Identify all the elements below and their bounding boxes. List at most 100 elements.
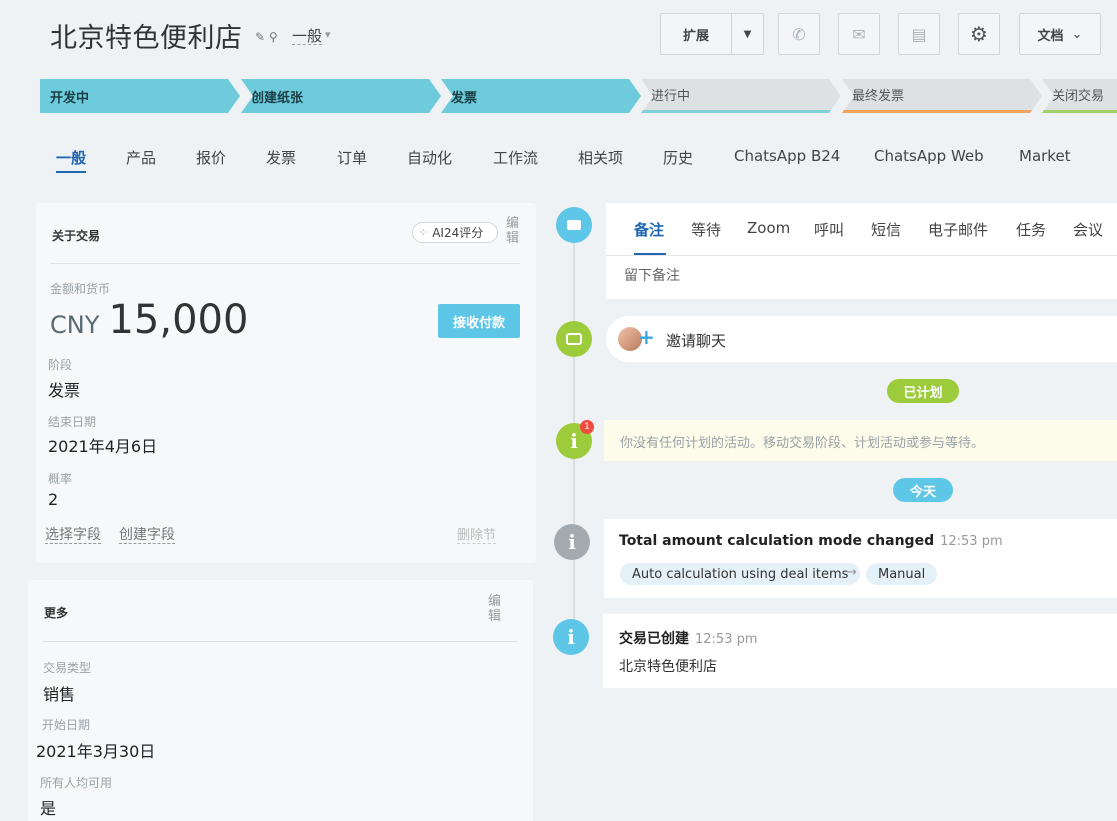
event-time: 12:53 pm xyxy=(695,632,758,647)
tab-related[interactable]: 相关项 xyxy=(578,147,623,168)
mail-icon: ✉ xyxy=(852,24,866,44)
start-date-value: 2021年3月30日 xyxy=(36,742,156,761)
expand-button[interactable]: 扩展 ▼ xyxy=(660,13,764,55)
chat-button[interactable]: ▤ xyxy=(898,13,940,55)
tab-history[interactable]: 历史 xyxy=(663,147,693,168)
old-value-chip: Auto calculation using deal items xyxy=(620,563,861,585)
tab-general[interactable]: 一般 xyxy=(56,147,87,173)
gear-icon: ⚙ xyxy=(970,22,988,46)
currency: CNY xyxy=(50,311,100,339)
tab-orders[interactable]: 订单 xyxy=(337,147,367,168)
amount-value: CNY 15,000 xyxy=(50,297,248,343)
stage-item[interactable]: 进行中 xyxy=(641,79,841,113)
field-label: 结束日期 xyxy=(48,415,97,429)
event-title-text: Total amount calculation mode changed xyxy=(619,533,935,549)
history-event: 交易已创建 12:53 pm 北京特色便利店 xyxy=(603,614,1117,688)
title-edit-icons[interactable]: ✎ ⚲ xyxy=(255,30,278,44)
tab-chatsapp-b24[interactable]: ChatsApp B24 xyxy=(734,147,840,165)
card-title: 关于交易 xyxy=(52,229,101,243)
docs-button[interactable]: 文档 ⌄ xyxy=(1019,13,1101,55)
composer-tab-sms[interactable]: 短信 xyxy=(871,219,901,240)
new-value-chip: Manual xyxy=(866,563,938,585)
composer-tab-note[interactable]: 备注 xyxy=(634,219,664,240)
field-label: 阶段 xyxy=(48,358,73,372)
deal-page: 北京特色便利店 ✎ ⚲ 一般 ▾ 扩展 ▼ ✆ ✉ ▤ ⚙ 文档 ⌄ 开发中 创… xyxy=(0,0,1117,821)
stage-item[interactable]: 关闭交易 xyxy=(1042,79,1117,113)
more-card: 更多 编辑 交易类型 销售 开始日期 2021年3月30日 所有人均可用 是 xyxy=(28,580,533,821)
ai-icon: ⁘ xyxy=(419,226,429,239)
phone-icon: ✆ xyxy=(792,24,806,44)
event-title: Total amount calculation mode changed 12:… xyxy=(619,533,1003,549)
settings-button[interactable]: ⚙ xyxy=(958,13,1000,55)
probability-value: 2 xyxy=(48,490,59,509)
tab-products[interactable]: 产品 xyxy=(126,147,156,168)
divider xyxy=(606,255,1117,256)
composer-tab-zoom[interactable]: Zoom xyxy=(747,219,790,237)
arrow-right-icon: → xyxy=(846,565,857,580)
stage-item[interactable]: 创建纸张 xyxy=(241,79,441,113)
field-label: 开始日期 xyxy=(42,718,91,732)
docs-button-label: 文档 xyxy=(1037,28,1064,44)
tab-workflow[interactable]: 工作流 xyxy=(493,147,538,168)
event-time: 12:53 pm xyxy=(940,534,1003,549)
tab-market[interactable]: Market xyxy=(1019,147,1071,165)
chat-icon: ▤ xyxy=(911,24,927,44)
event-title: 交易已创建 12:53 pm xyxy=(619,628,758,648)
divider xyxy=(42,641,518,642)
link-icon[interactable]: ⚲ xyxy=(269,30,278,44)
composer-tab-wait[interactable]: 等待 xyxy=(691,219,721,240)
composer-tab-email[interactable]: 电子邮件 xyxy=(928,219,988,240)
event-deal-name[interactable]: 北京特色便利店 xyxy=(619,656,717,676)
chevron-down-icon[interactable]: ▾ xyxy=(325,28,331,41)
create-field-link[interactable]: 创建字段 xyxy=(119,527,175,544)
amount: 15,000 xyxy=(108,297,249,343)
edit-button[interactable]: 编辑 xyxy=(488,594,502,624)
no-activity-note: 你没有任何计划的活动。移动交易阶段、计划活动或参与等待。 xyxy=(604,420,1117,461)
composer-tab-meeting[interactable]: 会议 xyxy=(1073,219,1103,240)
stage-item[interactable]: 开发中 xyxy=(40,79,240,113)
planned-divider: 已计划 xyxy=(887,379,959,403)
public-value: 是 xyxy=(40,799,57,818)
edit-button[interactable]: 编辑 xyxy=(506,216,520,246)
composer-tab-call[interactable]: 呼叫 xyxy=(814,219,844,240)
pencil-icon[interactable]: ✎ xyxy=(255,30,265,44)
divider xyxy=(50,263,520,264)
category-selector[interactable]: 一般 xyxy=(292,28,323,45)
card-title: 更多 xyxy=(44,606,69,620)
tab-automation[interactable]: 自动化 xyxy=(407,147,452,168)
about-deal-card: 关于交易 ⁘ AI24评分 编辑 金额和货币 CNY 15,000 接收付款 阶… xyxy=(36,203,536,563)
select-field-link[interactable]: 选择字段 xyxy=(45,527,101,544)
counter-badge: 1 xyxy=(580,420,594,434)
expand-button-label: 扩展 xyxy=(682,28,709,44)
invite-chat-label[interactable]: 邀请聊天 xyxy=(666,330,726,351)
note-input[interactable]: 留下备注 xyxy=(624,265,680,285)
stage-item[interactable]: 发票 xyxy=(441,79,641,113)
tab-invoices[interactable]: 发票 xyxy=(266,147,296,168)
ai-score-label: AI24评分 xyxy=(432,226,484,240)
close-date-value: 2021年4月6日 xyxy=(48,437,158,456)
history-event: Total amount calculation mode changed 12:… xyxy=(604,519,1117,598)
note-icon xyxy=(556,207,592,243)
stage-item[interactable]: 最终发票 xyxy=(842,79,1042,113)
tab-chatsapp-web[interactable]: ChatsApp Web xyxy=(874,147,984,165)
mail-button[interactable]: ✉ xyxy=(838,13,880,55)
delete-section-link[interactable]: 删除节 xyxy=(457,528,497,544)
invite-chat-row[interactable]: + 邀请聊天 xyxy=(606,316,1117,362)
ai-score-button[interactable]: ⁘ AI24评分 xyxy=(412,222,498,243)
tab-quotes[interactable]: 报价 xyxy=(196,147,226,168)
receive-payment-button[interactable]: 接收付款 xyxy=(438,304,520,338)
info-icon: i xyxy=(553,619,589,655)
page-title: 北京特色便利店 xyxy=(50,23,243,54)
plus-icon[interactable]: + xyxy=(638,325,655,349)
stage-value: 发票 xyxy=(48,381,81,400)
field-label: 交易类型 xyxy=(43,661,92,675)
chevron-down-icon[interactable]: ▼ xyxy=(732,29,763,40)
field-label: 概率 xyxy=(48,472,73,486)
composer-tab-task[interactable]: 任务 xyxy=(1016,219,1046,240)
today-divider: 今天 xyxy=(893,478,953,502)
info-icon: i xyxy=(554,524,590,560)
field-label: 所有人均可用 xyxy=(40,776,113,790)
chevron-down-icon: ⌄ xyxy=(1071,26,1083,42)
phone-button[interactable]: ✆ xyxy=(778,13,820,55)
field-label: 金额和货币 xyxy=(50,282,111,296)
